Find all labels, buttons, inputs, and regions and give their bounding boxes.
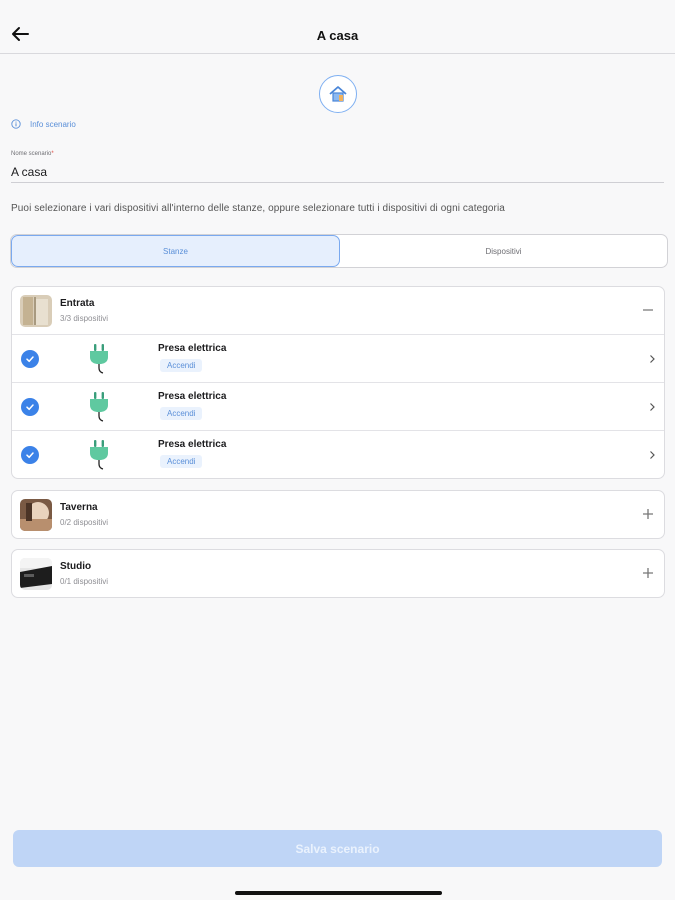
- room-thumbnail-taverna: [20, 499, 52, 531]
- room-header-entrata[interactable]: Entrata 3/3 dispositivi: [12, 287, 664, 334]
- room-thumbnail-studio: [20, 558, 52, 590]
- device-action-badge[interactable]: Accendi: [160, 455, 203, 468]
- page-title: A casa: [316, 28, 359, 43]
- room-card-taverna: Taverna 0/2 dispositivi: [11, 490, 665, 539]
- checkmark-icon[interactable]: [21, 398, 39, 416]
- device-row[interactable]: Presa elettrica Accendi: [12, 334, 664, 382]
- info-scenario-label: Info scenario: [30, 119, 76, 129]
- device-name: Presa elettrica: [158, 439, 227, 450]
- room-device-count: 3/3 dispositivi: [60, 314, 109, 323]
- scenario-name-input[interactable]: [11, 161, 664, 183]
- top-bar: A casa: [0, 0, 675, 54]
- view-segmented-control: Stanze Dispositivi: [10, 234, 668, 268]
- home-indicator: [235, 891, 442, 895]
- chevron-right-icon[interactable]: [647, 401, 657, 413]
- checkmark-icon[interactable]: [21, 446, 39, 464]
- info-icon: [11, 119, 21, 129]
- device-action-badge[interactable]: Accendi: [160, 407, 203, 420]
- scenario-home-icon[interactable]: [319, 75, 357, 113]
- room-thumbnail-entrata: [20, 295, 52, 327]
- room-card-studio: Studio 0/1 dispositivi: [11, 549, 665, 598]
- device-action-badge[interactable]: Accendi: [160, 359, 203, 372]
- room-device-count: 0/2 dispositivi: [60, 518, 109, 527]
- selection-hint: Puoi selezionare i vari dispositivi all'…: [11, 203, 505, 214]
- room-name: Studio: [60, 561, 92, 572]
- tab-stanze[interactable]: Stanze: [11, 235, 340, 267]
- room-name: Entrata: [60, 298, 95, 309]
- device-name: Presa elettrica: [158, 343, 227, 354]
- chevron-right-icon[interactable]: [647, 449, 657, 461]
- collapse-minus-icon[interactable]: [641, 303, 655, 317]
- save-scenario-button[interactable]: Salva scenario: [13, 830, 662, 867]
- plug-icon: [90, 344, 108, 374]
- required-mark: *: [51, 151, 54, 157]
- device-name: Presa elettrica: [158, 391, 227, 402]
- room-header-taverna[interactable]: Taverna 0/2 dispositivi: [12, 491, 664, 538]
- info-scenario-link[interactable]: Info scenario: [11, 119, 76, 129]
- room-header-studio[interactable]: Studio 0/1 dispositivi: [12, 550, 664, 597]
- plug-icon: [90, 440, 108, 470]
- plug-icon: [90, 392, 108, 422]
- device-row[interactable]: Presa elettrica Accendi: [12, 430, 664, 478]
- tab-dispositivi[interactable]: Dispositivi: [340, 235, 667, 267]
- chevron-right-icon[interactable]: [647, 353, 657, 365]
- device-row[interactable]: Presa elettrica Accendi: [12, 382, 664, 430]
- expand-plus-icon[interactable]: [641, 507, 655, 521]
- room-device-count: 0/1 dispositivi: [60, 577, 109, 586]
- checkmark-icon[interactable]: [21, 350, 39, 368]
- room-card-entrata: Entrata 3/3 dispositivi Presa elettrica …: [11, 286, 665, 479]
- scenario-name-label: Nome scenario*: [11, 151, 54, 157]
- home-icon: [329, 86, 347, 102]
- room-name: Taverna: [60, 502, 98, 513]
- expand-plus-icon[interactable]: [641, 566, 655, 580]
